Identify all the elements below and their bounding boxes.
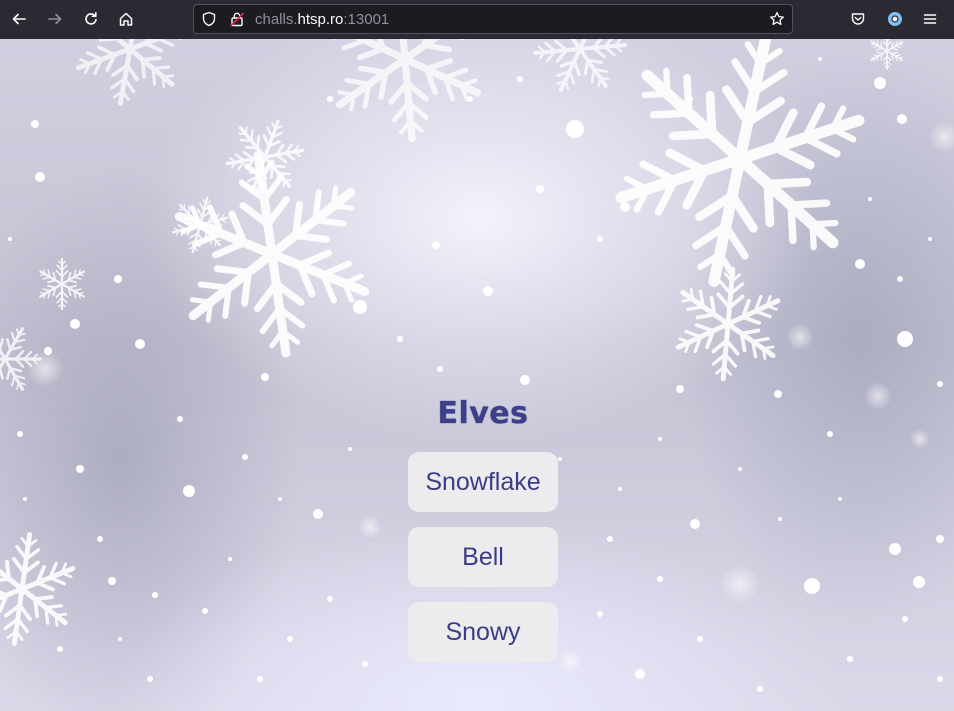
page-viewport: Elves Snowflake Bell Snowy bbox=[0, 39, 954, 711]
reload-button[interactable] bbox=[76, 4, 106, 34]
star-icon[interactable] bbox=[769, 11, 785, 27]
pocket-icon bbox=[851, 13, 865, 25]
home-icon bbox=[119, 12, 133, 26]
forward-arrow-icon bbox=[48, 13, 62, 25]
pocket-button[interactable] bbox=[843, 4, 873, 34]
menu-button[interactable] bbox=[915, 4, 945, 34]
snowflake-button[interactable]: Snowflake bbox=[408, 452, 558, 512]
home-button[interactable] bbox=[111, 4, 141, 34]
bell-button[interactable]: Bell bbox=[408, 527, 558, 587]
hamburger-menu-icon bbox=[923, 14, 937, 24]
forward-button[interactable] bbox=[40, 4, 70, 34]
url-text[interactable]: challs.htsp.ro:13001 bbox=[255, 11, 389, 28]
browser-toolbar: challs.htsp.ro:13001 bbox=[0, 0, 954, 39]
url-port: :13001 bbox=[343, 11, 390, 28]
shield-icon[interactable] bbox=[201, 11, 217, 27]
url-bar[interactable]: challs.htsp.ro:13001 bbox=[193, 4, 793, 34]
url-prefix: challs. bbox=[255, 11, 298, 28]
reload-icon bbox=[85, 12, 97, 25]
game-menu: Elves Snowflake Bell Snowy bbox=[0, 39, 954, 711]
back-arrow-icon bbox=[12, 13, 26, 25]
insecure-lock-icon[interactable] bbox=[229, 11, 245, 27]
page-title: Elves bbox=[437, 396, 529, 431]
url-host: htsp.ro bbox=[297, 11, 344, 28]
back-button[interactable] bbox=[4, 4, 34, 34]
account-button[interactable] bbox=[880, 4, 910, 34]
account-icon bbox=[888, 12, 902, 26]
snowy-button[interactable]: Snowy bbox=[408, 602, 558, 662]
